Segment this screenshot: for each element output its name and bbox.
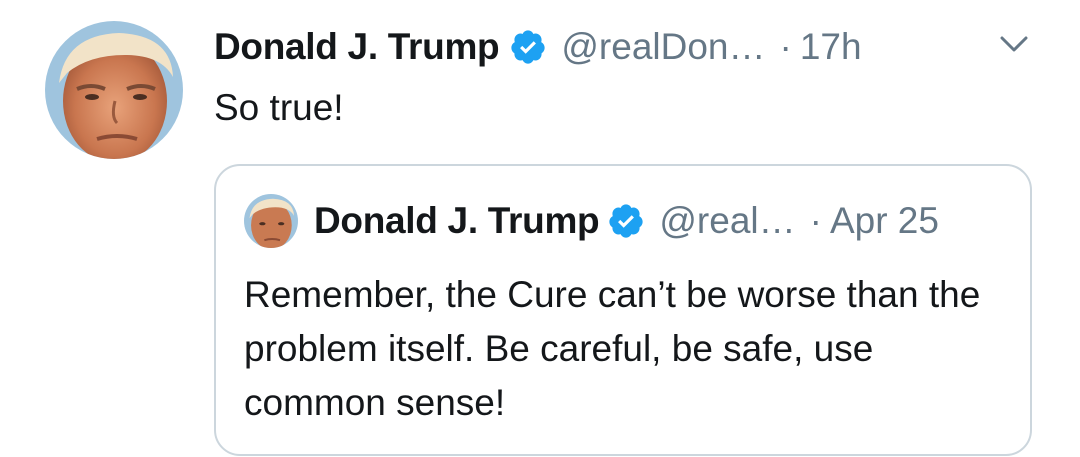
- quoted-author-avatar: [244, 194, 298, 248]
- quoted-tweet-text: Remember, the Cure can’t be worse than t…: [244, 274, 981, 423]
- author-avatar[interactable]: [45, 21, 183, 159]
- quoted-author-handle: @real…: [659, 200, 796, 241]
- quoted-author-name: Donald J. Trump: [314, 200, 600, 241]
- author-handle[interactable]: @realDon…: [561, 26, 765, 68]
- quoted-tweet-header: Donald J. Trump @real… · Apr 25: [314, 194, 939, 248]
- tweet-timestamp[interactable]: 17h: [800, 26, 862, 68]
- dot-separator: ·: [779, 26, 792, 67]
- verified-badge-icon: [509, 28, 547, 66]
- tweet-text: So true!: [214, 87, 344, 128]
- chevron-down-icon[interactable]: [996, 30, 1032, 58]
- quoted-tweet-timestamp: Apr 25: [829, 200, 939, 241]
- author-name[interactable]: Donald J. Trump: [214, 26, 500, 68]
- tweet-header: Donald J. Trump @realDon… · 17h: [214, 22, 862, 72]
- verified-badge-icon: [607, 202, 645, 240]
- dot-separator: ·: [809, 200, 822, 241]
- quoted-tweet-card[interactable]: Donald J. Trump @real… · Apr 25 Remember…: [214, 164, 1032, 456]
